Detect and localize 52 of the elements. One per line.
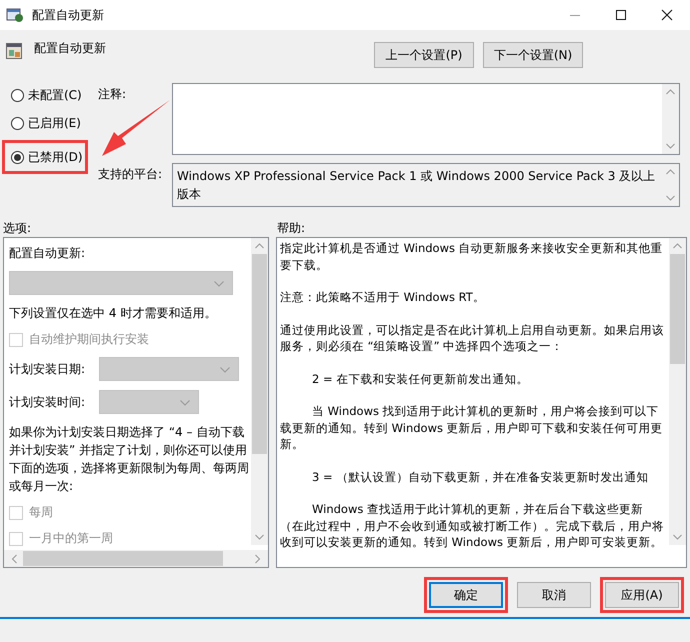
previous-setting-button[interactable]: 上一个设置(P) — [374, 42, 474, 68]
radio-option[interactable]: 未配置(C) — [2, 84, 88, 106]
window-title: 配置自动更新 — [32, 6, 104, 24]
scroll-down-icon[interactable] — [673, 534, 682, 540]
scroll-down-icon[interactable] — [255, 534, 264, 540]
scroll-up-icon[interactable] — [255, 243, 264, 249]
help-text: 3 = （默认设置）自动下载更新，并在准备安装更新时发出通知 — [311, 468, 650, 485]
help-label: 帮助: — [277, 220, 306, 237]
scroll-down-icon[interactable] — [666, 143, 675, 149]
scroll-up-icon[interactable] — [666, 169, 675, 175]
maximize-icon[interactable] — [615, 9, 627, 21]
option-text: 如果你为计划安装日期选择了 “4 – 自动下载并计划安装” 并指定了计划，则你还可以使用下面的选项，选择将更新限制为每周、每两周或每月一次: — [9, 424, 250, 495]
help-text: 指定此计算机是否通过 Windows 自动更新服务来接收安全更新和其他重要下载。 — [280, 240, 664, 273]
scroll-up-icon[interactable] — [666, 89, 675, 95]
scrollbar[interactable] — [251, 238, 268, 545]
help-text: 当 Windows 找到适用于此计算机的更新时，用户将会接到可以下载更新的通知。转到 Windows 更新后，用户即可下载和安装任何可用更新。 — [280, 403, 664, 452]
comment-label: 注释: — [98, 87, 126, 101]
chevron-down-icon — [214, 281, 224, 287]
policy-title: 配置自动更新 — [34, 40, 107, 57]
dialog-button[interactable]: 确定 — [429, 582, 503, 608]
scrollbar[interactable] — [669, 238, 686, 545]
policy-icon — [6, 7, 24, 23]
help-text: Windows 查找适用于此计算机的更新，并在后台下载这些更新（在此过程中，用户不会收到通知或被打断工作）。完成下载后，用户将收到可以安装更新的通知。转到 Windows 更新后，用户即可安装更新。 — [280, 501, 665, 550]
help-text: 2 = 在下载和安装任何更新前发出通知。 — [311, 370, 530, 387]
radio-option[interactable]: 已启用(E) — [2, 112, 88, 134]
chevron-down-icon — [180, 400, 190, 406]
option-text: 配置自动更新: — [9, 245, 86, 262]
options-label: 选项: — [3, 220, 32, 237]
policy-icon — [6, 43, 22, 59]
comment-field[interactable] — [172, 83, 680, 155]
radio-button[interactable] — [11, 116, 24, 130]
close-icon[interactable] — [661, 9, 673, 21]
scrollbar[interactable] — [662, 84, 679, 154]
radio-button[interactable] — [11, 150, 24, 164]
scroll-down-icon[interactable] — [666, 195, 675, 201]
help-text: 通过使用此设置，可以指定是否在此计算机上启用自动更新。如果启用该服务，则必须在 “组策略设置” 中选择四个选项之一： — [280, 322, 665, 354]
scroll-left-icon[interactable] — [12, 554, 18, 563]
field-label: 计划安装日期: — [9, 361, 86, 378]
field-label: 计划安装时间: — [9, 394, 86, 411]
scrollbar[interactable] — [4, 550, 268, 567]
scroll-right-icon[interactable] — [254, 554, 260, 563]
platform-label: 支持的平台: — [98, 167, 162, 181]
scroll-up-icon[interactable] — [673, 243, 682, 249]
next-setting-button[interactable]: 下一个设置(N) — [483, 42, 583, 68]
chevron-down-icon — [220, 367, 230, 373]
radio-button[interactable] — [11, 88, 24, 102]
option-text: 下列设置仅在选中 4 时才需要和适用。 — [9, 305, 218, 322]
dialog-button[interactable]: 应用(A) — [605, 582, 679, 608]
radio-option[interactable]: 已禁用(D) — [2, 140, 88, 174]
dialog-button[interactable]: 取消 — [517, 582, 591, 608]
help-text: 注意：此策略不适用于 Windows RT。 — [280, 289, 486, 306]
platform-text: Windows XP Professional Service Pack 1 或 Windows 2000 Service Pack 3 及以上版本 — [176, 168, 656, 203]
